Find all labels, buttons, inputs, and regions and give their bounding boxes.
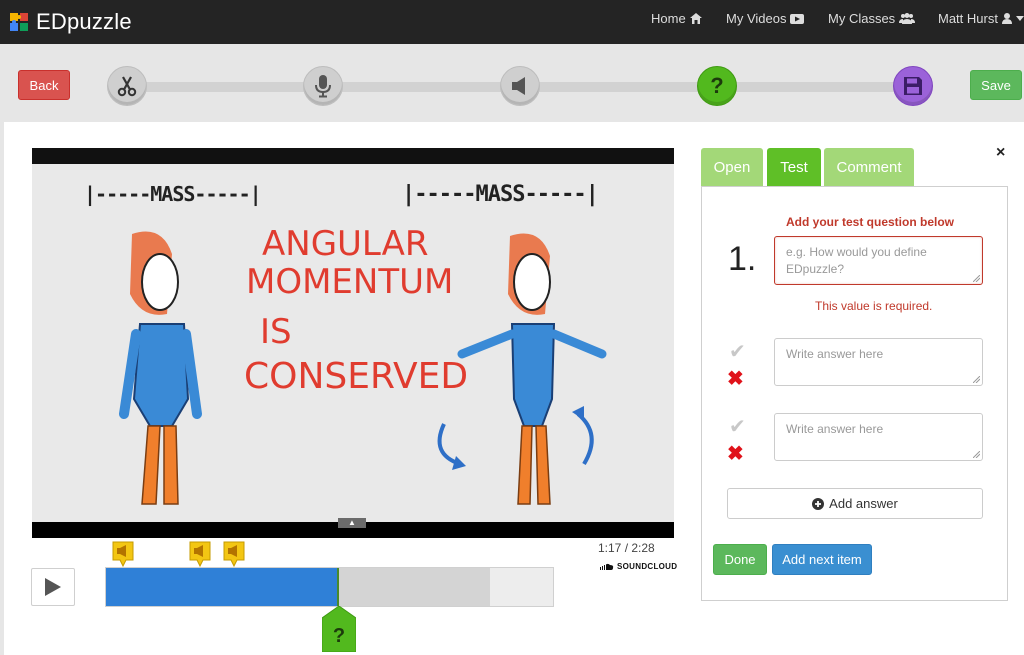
question-prompt: Add your test question below (786, 215, 955, 229)
step-audio-notes[interactable] (500, 66, 540, 106)
video-player[interactable]: |-----MASS-----| |-----MASS-----| ANGULA… (32, 148, 674, 538)
tab-test[interactable]: Test (767, 148, 821, 186)
add-answer-button[interactable]: Add answer (727, 488, 983, 519)
svg-text:?: ? (710, 74, 723, 98)
audio-marker[interactable] (112, 541, 134, 568)
headline-line-4: CONSERVED (244, 356, 469, 397)
nav-my-classes-label: My Classes (828, 11, 896, 26)
delete-answer-icon[interactable]: ✖ (727, 366, 744, 391)
resize-handle-icon[interactable] (973, 451, 980, 458)
audio-marker[interactable] (189, 541, 211, 568)
question-input[interactable]: e.g. How would you define EDpuzzle? (774, 236, 983, 285)
delete-answer-icon[interactable]: ✖ (727, 441, 744, 466)
soundcloud-badge[interactable]: SOUNDCLOUD (600, 562, 677, 571)
brand[interactable]: EDpuzzle (8, 6, 132, 38)
nav-my-classes[interactable]: My Classes (828, 11, 916, 26)
time-display: 1:17 / 2:28 (598, 541, 655, 555)
floppy-disk-icon (904, 77, 922, 95)
nav-home-label: Home (651, 11, 686, 26)
svg-text:?: ? (333, 625, 345, 647)
editor-step-bar: Back ? Save (0, 44, 1024, 122)
collapse-toggle-icon[interactable]: ▲ (338, 518, 366, 528)
answer-input[interactable]: Write answer here (774, 338, 983, 386)
soundcloud-icon (600, 563, 614, 570)
video-frame: |-----MASS-----| |-----MASS-----| ANGULA… (32, 164, 674, 522)
plus-circle-icon (812, 497, 825, 510)
step-cut[interactable] (107, 66, 147, 106)
soundcloud-label: SOUNDCLOUD (617, 562, 678, 571)
tab-comment[interactable]: Comment (824, 148, 914, 186)
answer-placeholder: Write answer here (786, 347, 884, 361)
speaker-icon (512, 77, 525, 95)
step-quiz[interactable]: ? (697, 66, 737, 106)
right-mass-label: |-----MASS-----| (402, 182, 599, 207)
play-icon (45, 578, 61, 596)
top-navbar: EDpuzzle Home My Videos My Classes Matt … (0, 0, 1024, 44)
close-icon[interactable]: × (996, 144, 1005, 162)
question-icon: ? (710, 74, 723, 98)
left-figure (119, 231, 202, 505)
headline-line-3: IS (260, 312, 292, 352)
tab-open[interactable]: Open (701, 148, 763, 186)
video-timeline[interactable] (105, 567, 554, 607)
answer-input[interactable]: Write answer here (774, 413, 983, 461)
play-button[interactable] (31, 568, 75, 606)
home-icon (689, 13, 702, 24)
nav-user-name: Matt Hurst (938, 11, 998, 26)
audio-marker[interactable] (223, 541, 245, 568)
left-mass-label: |-----MASS-----| (84, 182, 262, 206)
question-marker[interactable]: ? (321, 605, 357, 653)
speaker-icon (112, 541, 134, 568)
user-icon (1001, 13, 1012, 24)
nav-my-videos[interactable]: My Videos (726, 11, 805, 26)
validation-error: This value is required. (815, 299, 933, 313)
back-button[interactable]: Back (18, 70, 70, 100)
add-answer-label: Add answer (829, 496, 898, 511)
speaker-icon (223, 541, 245, 568)
nav-user-menu[interactable]: Matt Hurst (938, 11, 1024, 26)
speaker-icon (189, 541, 211, 568)
caret-down-icon (1015, 16, 1024, 21)
nav-home[interactable]: Home (651, 11, 702, 26)
step-finish[interactable] (893, 66, 933, 106)
video-frame-drawing (119, 231, 607, 505)
step-voiceover[interactable] (303, 66, 343, 106)
mark-correct-icon[interactable]: ✔ (729, 414, 746, 439)
video-icon (790, 13, 805, 24)
headline-line-2: MOMENTUM (246, 262, 454, 302)
timeline-playhead[interactable] (337, 568, 340, 606)
puzzle-logo-icon (10, 13, 28, 31)
microphone-icon (315, 75, 331, 98)
users-icon (899, 13, 916, 24)
resize-handle-icon[interactable] (973, 376, 980, 383)
question-icon: ? (321, 605, 357, 653)
headline-line-1: ANGULAR (262, 224, 429, 264)
timeline-buffered (338, 568, 491, 606)
save-button[interactable]: Save (970, 70, 1022, 100)
add-next-item-button[interactable]: Add next item (772, 544, 872, 575)
answer-placeholder: Write answer here (786, 422, 884, 436)
done-button[interactable]: Done (713, 544, 767, 575)
nav-my-videos-label: My Videos (726, 11, 787, 26)
question-placeholder: e.g. How would you define EDpuzzle? (786, 245, 927, 276)
scissors-icon (117, 76, 137, 97)
brand-name: EDpuzzle (36, 9, 132, 34)
timeline-played (106, 568, 339, 606)
resize-handle-icon[interactable] (973, 275, 980, 282)
mark-correct-icon[interactable]: ✔ (729, 339, 746, 364)
question-number: 1. (728, 240, 757, 278)
